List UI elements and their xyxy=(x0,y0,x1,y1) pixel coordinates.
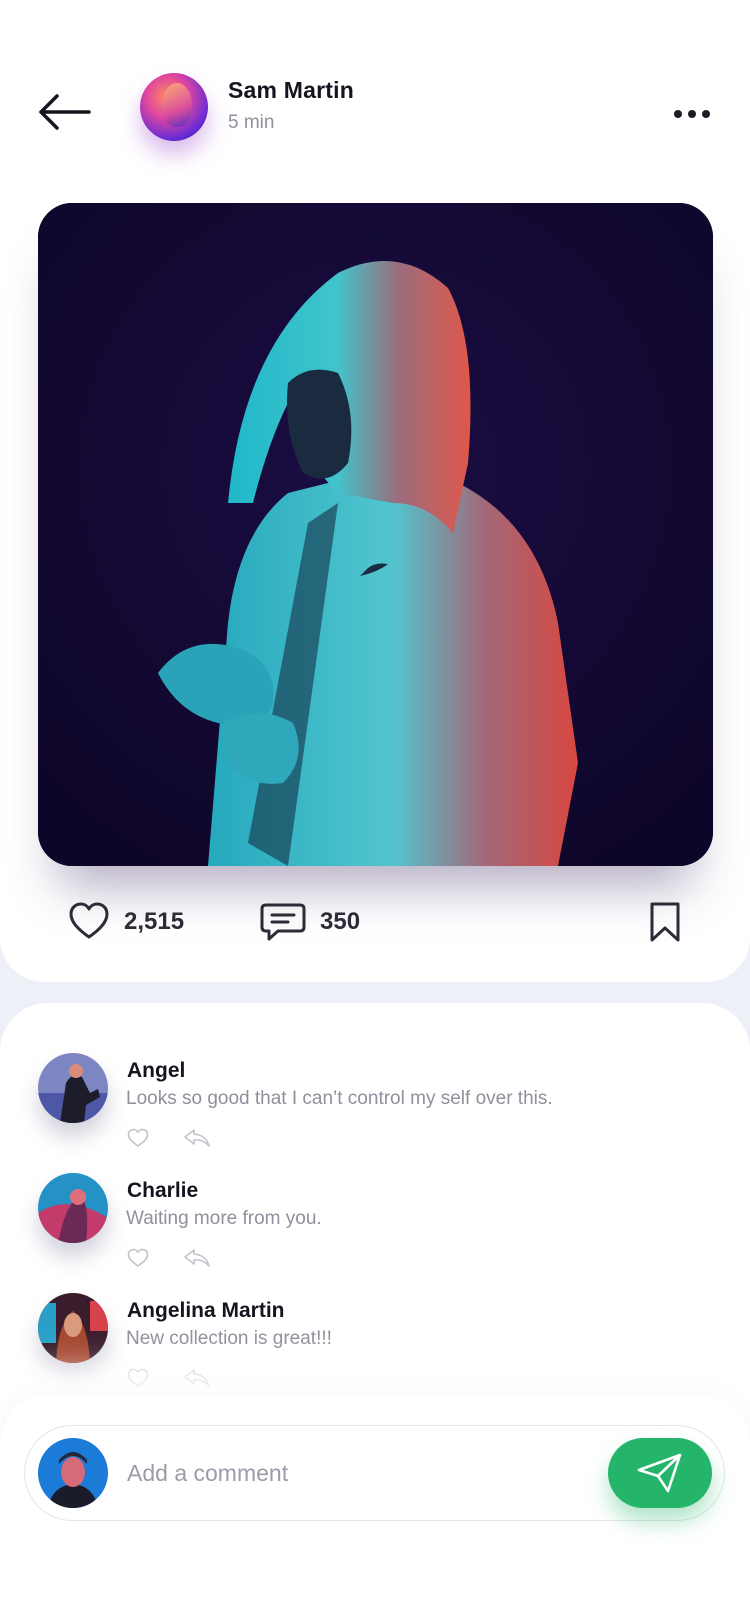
comment-item: Charlie Waiting more from you. xyxy=(0,1173,750,1283)
author-avatar[interactable] xyxy=(140,73,208,141)
post-card: Sam Martin 5 min 2,515 350 xyxy=(0,0,750,982)
post-time: 5 min xyxy=(228,112,275,133)
more-horizontal-icon xyxy=(674,110,682,118)
comment-text: Looks so good that I can’t control my se… xyxy=(126,1088,553,1109)
more-options-button[interactable] xyxy=(662,96,722,132)
commenter-avatar[interactable] xyxy=(38,1053,108,1123)
comment-text: New collection is great!!! xyxy=(126,1328,332,1349)
heart-icon[interactable] xyxy=(127,1248,149,1268)
comment-text: Waiting more from you. xyxy=(126,1208,322,1229)
back-button[interactable] xyxy=(30,82,96,142)
like-count: 2,515 xyxy=(124,908,185,935)
heart-icon[interactable] xyxy=(127,1368,149,1388)
comment-composer xyxy=(0,1395,750,1624)
commenter-name[interactable]: Angelina Martin xyxy=(127,1299,285,1323)
comment-item: Angelina Martin New collection is great!… xyxy=(0,1293,750,1403)
comment-bubble-icon[interactable] xyxy=(260,902,306,942)
reply-icon[interactable] xyxy=(183,1127,211,1149)
commenter-avatar[interactable] xyxy=(38,1293,108,1363)
heart-icon[interactable] xyxy=(127,1128,149,1148)
post-image[interactable] xyxy=(38,203,713,866)
commenter-name[interactable]: Charlie xyxy=(127,1179,198,1203)
send-button[interactable] xyxy=(608,1438,712,1508)
comment-input[interactable] xyxy=(127,1448,597,1498)
arrow-left-icon xyxy=(39,94,91,130)
comment-input-box xyxy=(24,1425,725,1521)
post-header: Sam Martin 5 min xyxy=(0,60,750,160)
commenter-name[interactable]: Angel xyxy=(127,1059,185,1083)
author-name[interactable]: Sam Martin xyxy=(228,77,354,104)
post-actions: 2,515 350 xyxy=(0,892,750,952)
commenter-avatar[interactable] xyxy=(38,1173,108,1243)
heart-icon[interactable] xyxy=(68,901,110,941)
paper-plane-icon xyxy=(637,1453,682,1493)
comment-item: Angel Looks so good that I can’t control… xyxy=(0,1053,750,1163)
comment-count: 350 xyxy=(320,908,361,935)
reply-icon[interactable] xyxy=(183,1367,211,1389)
reply-icon[interactable] xyxy=(183,1247,211,1269)
post-photo xyxy=(38,203,713,866)
bookmark-icon[interactable] xyxy=(648,901,682,943)
current-user-avatar xyxy=(38,1438,108,1508)
